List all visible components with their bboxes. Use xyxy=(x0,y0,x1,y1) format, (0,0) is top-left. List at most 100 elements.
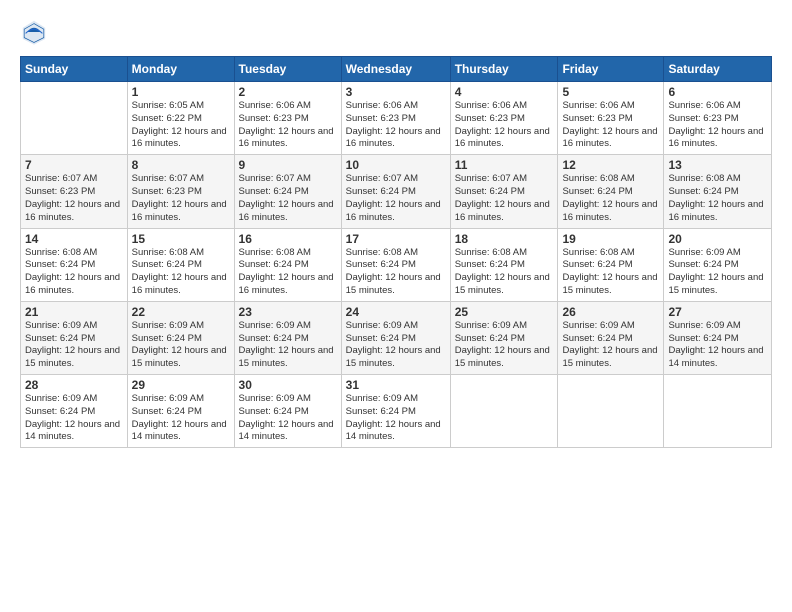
day-number: 6 xyxy=(668,85,767,99)
day-info: Sunrise: 6:07 AM Sunset: 6:24 PM Dayligh… xyxy=(455,173,554,224)
table-cell: 20Sunrise: 6:09 AM Sunset: 6:24 PM Dayli… xyxy=(664,228,772,301)
table-cell: 25Sunrise: 6:09 AM Sunset: 6:24 PM Dayli… xyxy=(450,301,558,374)
table-cell: 14Sunrise: 6:08 AM Sunset: 6:24 PM Dayli… xyxy=(21,228,128,301)
table-cell: 17Sunrise: 6:08 AM Sunset: 6:24 PM Dayli… xyxy=(341,228,450,301)
table-cell: 9Sunrise: 6:07 AM Sunset: 6:24 PM Daylig… xyxy=(234,155,341,228)
table-cell: 1Sunrise: 6:05 AM Sunset: 6:22 PM Daylig… xyxy=(127,82,234,155)
day-info: Sunrise: 6:09 AM Sunset: 6:24 PM Dayligh… xyxy=(346,320,446,371)
day-info: Sunrise: 6:08 AM Sunset: 6:24 PM Dayligh… xyxy=(25,247,123,298)
day-info: Sunrise: 6:09 AM Sunset: 6:24 PM Dayligh… xyxy=(455,320,554,371)
day-info: Sunrise: 6:06 AM Sunset: 6:23 PM Dayligh… xyxy=(346,100,446,151)
table-cell: 12Sunrise: 6:08 AM Sunset: 6:24 PM Dayli… xyxy=(558,155,664,228)
day-number: 9 xyxy=(239,158,337,172)
day-number: 10 xyxy=(346,158,446,172)
day-number: 30 xyxy=(239,378,337,392)
table-cell: 28Sunrise: 6:09 AM Sunset: 6:24 PM Dayli… xyxy=(21,375,128,448)
week-row-2: 7Sunrise: 6:07 AM Sunset: 6:23 PM Daylig… xyxy=(21,155,772,228)
day-number: 19 xyxy=(562,232,659,246)
day-number: 17 xyxy=(346,232,446,246)
col-wednesday: Wednesday xyxy=(341,57,450,82)
day-info: Sunrise: 6:09 AM Sunset: 6:24 PM Dayligh… xyxy=(132,393,230,444)
table-cell: 26Sunrise: 6:09 AM Sunset: 6:24 PM Dayli… xyxy=(558,301,664,374)
table-cell: 2Sunrise: 6:06 AM Sunset: 6:23 PM Daylig… xyxy=(234,82,341,155)
day-info: Sunrise: 6:09 AM Sunset: 6:24 PM Dayligh… xyxy=(239,320,337,371)
day-number: 28 xyxy=(25,378,123,392)
table-cell: 27Sunrise: 6:09 AM Sunset: 6:24 PM Dayli… xyxy=(664,301,772,374)
table-cell: 5Sunrise: 6:06 AM Sunset: 6:23 PM Daylig… xyxy=(558,82,664,155)
table-cell: 13Sunrise: 6:08 AM Sunset: 6:24 PM Dayli… xyxy=(664,155,772,228)
day-info: Sunrise: 6:09 AM Sunset: 6:24 PM Dayligh… xyxy=(25,320,123,371)
day-info: Sunrise: 6:08 AM Sunset: 6:24 PM Dayligh… xyxy=(668,173,767,224)
day-number: 25 xyxy=(455,305,554,319)
day-info: Sunrise: 6:09 AM Sunset: 6:24 PM Dayligh… xyxy=(132,320,230,371)
day-number: 12 xyxy=(562,158,659,172)
day-info: Sunrise: 6:06 AM Sunset: 6:23 PM Dayligh… xyxy=(455,100,554,151)
table-cell: 22Sunrise: 6:09 AM Sunset: 6:24 PM Dayli… xyxy=(127,301,234,374)
day-info: Sunrise: 6:08 AM Sunset: 6:24 PM Dayligh… xyxy=(562,173,659,224)
table-cell: 6Sunrise: 6:06 AM Sunset: 6:23 PM Daylig… xyxy=(664,82,772,155)
page: Sunday Monday Tuesday Wednesday Thursday… xyxy=(0,0,792,612)
day-number: 18 xyxy=(455,232,554,246)
day-info: Sunrise: 6:09 AM Sunset: 6:24 PM Dayligh… xyxy=(25,393,123,444)
day-info: Sunrise: 6:09 AM Sunset: 6:24 PM Dayligh… xyxy=(562,320,659,371)
day-info: Sunrise: 6:07 AM Sunset: 6:23 PM Dayligh… xyxy=(25,173,123,224)
day-number: 14 xyxy=(25,232,123,246)
day-number: 5 xyxy=(562,85,659,99)
day-info: Sunrise: 6:07 AM Sunset: 6:23 PM Dayligh… xyxy=(132,173,230,224)
table-cell: 18Sunrise: 6:08 AM Sunset: 6:24 PM Dayli… xyxy=(450,228,558,301)
day-number: 2 xyxy=(239,85,337,99)
table-cell: 31Sunrise: 6:09 AM Sunset: 6:24 PM Dayli… xyxy=(341,375,450,448)
table-cell: 29Sunrise: 6:09 AM Sunset: 6:24 PM Dayli… xyxy=(127,375,234,448)
week-row-3: 14Sunrise: 6:08 AM Sunset: 6:24 PM Dayli… xyxy=(21,228,772,301)
day-number: 31 xyxy=(346,378,446,392)
day-number: 23 xyxy=(239,305,337,319)
day-info: Sunrise: 6:07 AM Sunset: 6:24 PM Dayligh… xyxy=(346,173,446,224)
day-number: 3 xyxy=(346,85,446,99)
day-info: Sunrise: 6:05 AM Sunset: 6:22 PM Dayligh… xyxy=(132,100,230,151)
day-number: 27 xyxy=(668,305,767,319)
day-info: Sunrise: 6:09 AM Sunset: 6:24 PM Dayligh… xyxy=(668,320,767,371)
table-cell: 21Sunrise: 6:09 AM Sunset: 6:24 PM Dayli… xyxy=(21,301,128,374)
table-cell: 15Sunrise: 6:08 AM Sunset: 6:24 PM Dayli… xyxy=(127,228,234,301)
day-number: 13 xyxy=(668,158,767,172)
table-cell xyxy=(664,375,772,448)
day-number: 29 xyxy=(132,378,230,392)
table-cell: 3Sunrise: 6:06 AM Sunset: 6:23 PM Daylig… xyxy=(341,82,450,155)
day-info: Sunrise: 6:09 AM Sunset: 6:24 PM Dayligh… xyxy=(668,247,767,298)
logo-icon xyxy=(20,18,48,46)
day-number: 22 xyxy=(132,305,230,319)
day-number: 16 xyxy=(239,232,337,246)
day-info: Sunrise: 6:08 AM Sunset: 6:24 PM Dayligh… xyxy=(132,247,230,298)
day-number: 15 xyxy=(132,232,230,246)
day-number: 20 xyxy=(668,232,767,246)
day-number: 26 xyxy=(562,305,659,319)
day-number: 24 xyxy=(346,305,446,319)
calendar-header-row: Sunday Monday Tuesday Wednesday Thursday… xyxy=(21,57,772,82)
header xyxy=(20,18,772,46)
week-row-1: 1Sunrise: 6:05 AM Sunset: 6:22 PM Daylig… xyxy=(21,82,772,155)
calendar-table: Sunday Monday Tuesday Wednesday Thursday… xyxy=(20,56,772,448)
logo xyxy=(20,18,52,46)
col-saturday: Saturday xyxy=(664,57,772,82)
day-info: Sunrise: 6:06 AM Sunset: 6:23 PM Dayligh… xyxy=(668,100,767,151)
table-cell: 24Sunrise: 6:09 AM Sunset: 6:24 PM Dayli… xyxy=(341,301,450,374)
day-number: 7 xyxy=(25,158,123,172)
col-thursday: Thursday xyxy=(450,57,558,82)
table-cell: 19Sunrise: 6:08 AM Sunset: 6:24 PM Dayli… xyxy=(558,228,664,301)
day-info: Sunrise: 6:09 AM Sunset: 6:24 PM Dayligh… xyxy=(346,393,446,444)
table-cell: 4Sunrise: 6:06 AM Sunset: 6:23 PM Daylig… xyxy=(450,82,558,155)
table-cell: 30Sunrise: 6:09 AM Sunset: 6:24 PM Dayli… xyxy=(234,375,341,448)
col-friday: Friday xyxy=(558,57,664,82)
day-info: Sunrise: 6:08 AM Sunset: 6:24 PM Dayligh… xyxy=(455,247,554,298)
table-cell: 7Sunrise: 6:07 AM Sunset: 6:23 PM Daylig… xyxy=(21,155,128,228)
day-info: Sunrise: 6:08 AM Sunset: 6:24 PM Dayligh… xyxy=(346,247,446,298)
table-cell xyxy=(21,82,128,155)
table-cell xyxy=(450,375,558,448)
day-info: Sunrise: 6:06 AM Sunset: 6:23 PM Dayligh… xyxy=(562,100,659,151)
week-row-5: 28Sunrise: 6:09 AM Sunset: 6:24 PM Dayli… xyxy=(21,375,772,448)
day-number: 8 xyxy=(132,158,230,172)
table-cell: 23Sunrise: 6:09 AM Sunset: 6:24 PM Dayli… xyxy=(234,301,341,374)
col-monday: Monday xyxy=(127,57,234,82)
table-cell: 11Sunrise: 6:07 AM Sunset: 6:24 PM Dayli… xyxy=(450,155,558,228)
table-cell: 8Sunrise: 6:07 AM Sunset: 6:23 PM Daylig… xyxy=(127,155,234,228)
